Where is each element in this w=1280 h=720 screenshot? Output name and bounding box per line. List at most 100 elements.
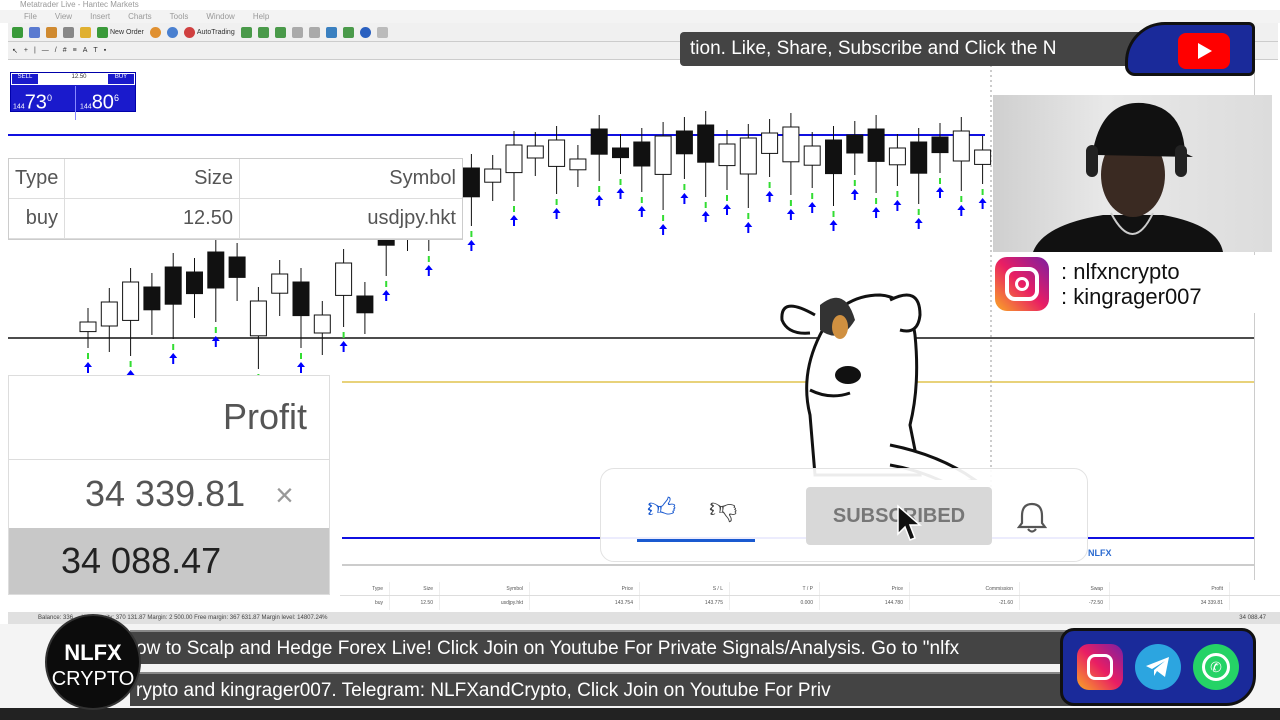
new-order-button[interactable]: New Order (97, 26, 144, 38)
ticker-banner-1: ow to Scalp and Hedge Forex Live! Click … (130, 630, 1080, 664)
new-chart-icon[interactable] (12, 26, 23, 38)
menu-tools[interactable]: Tools (170, 10, 189, 23)
navigator-icon[interactable] (63, 26, 74, 38)
templates-icon[interactable] (376, 26, 388, 38)
buy-arrow-icon (850, 189, 859, 200)
menu-window[interactable]: Window (206, 10, 234, 23)
candle-body (846, 134, 864, 154)
periods-icon[interactable] (359, 26, 371, 38)
candle-body (122, 281, 140, 321)
whatsapp-icon[interactable]: ✆ (1193, 644, 1239, 690)
indicators-icon[interactable] (342, 26, 354, 38)
thumbs-up-icon[interactable]: 👍︎ (647, 491, 676, 525)
trendline-icon[interactable]: / (55, 47, 57, 54)
table-row[interactable]: buy 12.50 usdjpy.hkt 143.754 143.775 0.000 144… (340, 596, 1280, 610)
horizontal-line-icon[interactable]: — (42, 47, 49, 54)
sell-button[interactable]: SELL (12, 74, 38, 84)
zoom-out-icon[interactable] (308, 26, 320, 38)
signal-marker (917, 209, 920, 215)
signal-marker (385, 281, 388, 287)
zoom-in-icon[interactable] (291, 26, 303, 38)
instagram-handle-2: : kingrager007 (1061, 284, 1202, 309)
terminal-cell: usdjpy.hkt (440, 596, 530, 610)
signal-marker (789, 200, 792, 206)
candle-body (313, 314, 331, 334)
candle-body (526, 145, 544, 159)
signal-marker (619, 179, 622, 185)
instagram-handles: : nlfxncrypto : kingrager007 (995, 255, 1273, 313)
position-table-overlay: Type Size Symbol buy 12.50 usdjpy.hkt (8, 158, 463, 240)
vertical-line-icon[interactable]: | (34, 47, 36, 54)
terminal-cell: 12.50 (390, 596, 440, 610)
instagram-icon[interactable] (1077, 644, 1123, 690)
autotrading-button[interactable]: AutoTrading (183, 26, 235, 38)
like-underline (637, 539, 755, 542)
lot-size-input[interactable]: 12.50 (59, 74, 99, 84)
thumbs-down-icon[interactable]: 👎︎ (709, 491, 737, 525)
metaeditor-icon[interactable] (149, 26, 161, 38)
menu-view[interactable]: View (55, 10, 72, 23)
candle-body (292, 281, 310, 317)
candle-body (974, 149, 992, 165)
cursor-icon[interactable]: ↖ (12, 47, 18, 55)
buy-arrow-icon (659, 224, 668, 235)
candle-body (825, 139, 842, 175)
buy-button[interactable]: BUY (108, 74, 134, 84)
buy-arrow-icon (510, 215, 518, 226)
youtube-icon[interactable] (1178, 33, 1230, 69)
buy-arrow-icon (829, 220, 838, 231)
signal-marker (640, 197, 643, 203)
terminal-cell: 34 339.81 (1110, 596, 1230, 610)
buy-arrow-icon (552, 208, 561, 219)
terminal-header: Symbol (440, 582, 530, 595)
menu-insert[interactable]: Insert (90, 10, 110, 23)
bell-icon[interactable] (1017, 501, 1047, 533)
terminal-icon[interactable] (80, 26, 91, 38)
close-position-icon[interactable]: × (275, 477, 294, 513)
buy-price[interactable]: 144806 (75, 86, 135, 120)
telegram-icon[interactable] (1135, 644, 1181, 690)
terminal-header: Price (820, 582, 910, 595)
crosshair-icon[interactable]: + (24, 47, 28, 54)
text-icon[interactable]: A (83, 47, 88, 54)
shapes-icon[interactable]: ▪ (104, 47, 106, 54)
line-chart-icon[interactable] (274, 26, 286, 38)
sell-price[interactable]: 144730 (13, 86, 71, 120)
buy-arrow-icon (467, 240, 476, 251)
signal-marker (513, 206, 515, 212)
signal-marker (555, 199, 558, 205)
terminal-cell: -72.50 (1020, 596, 1110, 610)
label-icon[interactable]: T (93, 47, 97, 54)
profit-header: Profit (9, 376, 329, 460)
buy-arrow-icon (637, 206, 646, 217)
signal-marker (704, 202, 707, 208)
menu-file[interactable]: File (24, 10, 37, 23)
candle-body (271, 273, 289, 294)
one-click-trading-panel: SELL 12.50 BUY 144730 144806 (10, 72, 136, 120)
signals-icon[interactable] (166, 26, 178, 38)
candle-chart-icon[interactable] (257, 26, 269, 38)
buy-arrow-icon (680, 193, 689, 204)
terminal-header: Swap (1020, 582, 1110, 595)
cell-type: buy (9, 199, 65, 238)
terminal-header: Profit (1110, 582, 1230, 595)
nlfx-crypto-logo: NLFX CRYPTO (45, 614, 141, 710)
signal-marker (768, 182, 771, 188)
cartoon-dog-graphic (780, 293, 978, 480)
table-row[interactable]: buy 12.50 usdjpy.hkt (9, 199, 462, 239)
bar-chart-icon[interactable] (240, 26, 252, 38)
channel-icon[interactable]: # (63, 47, 67, 54)
menu-help[interactable]: Help (253, 10, 269, 23)
menu-charts[interactable]: Charts (128, 10, 152, 23)
candle-body (186, 271, 203, 295)
buy-arrow-icon (424, 265, 433, 276)
signal-marker (87, 353, 89, 359)
terminal-header: S / L (640, 582, 730, 595)
profiles-icon[interactable] (29, 26, 40, 38)
header-size: Size (65, 159, 240, 198)
market-watch-icon[interactable] (46, 26, 57, 38)
autotrading-icon (183, 26, 195, 38)
tile-windows-icon[interactable] (325, 26, 337, 38)
candle-body (462, 167, 480, 198)
fibonacci-icon[interactable]: ≡ (73, 47, 77, 54)
